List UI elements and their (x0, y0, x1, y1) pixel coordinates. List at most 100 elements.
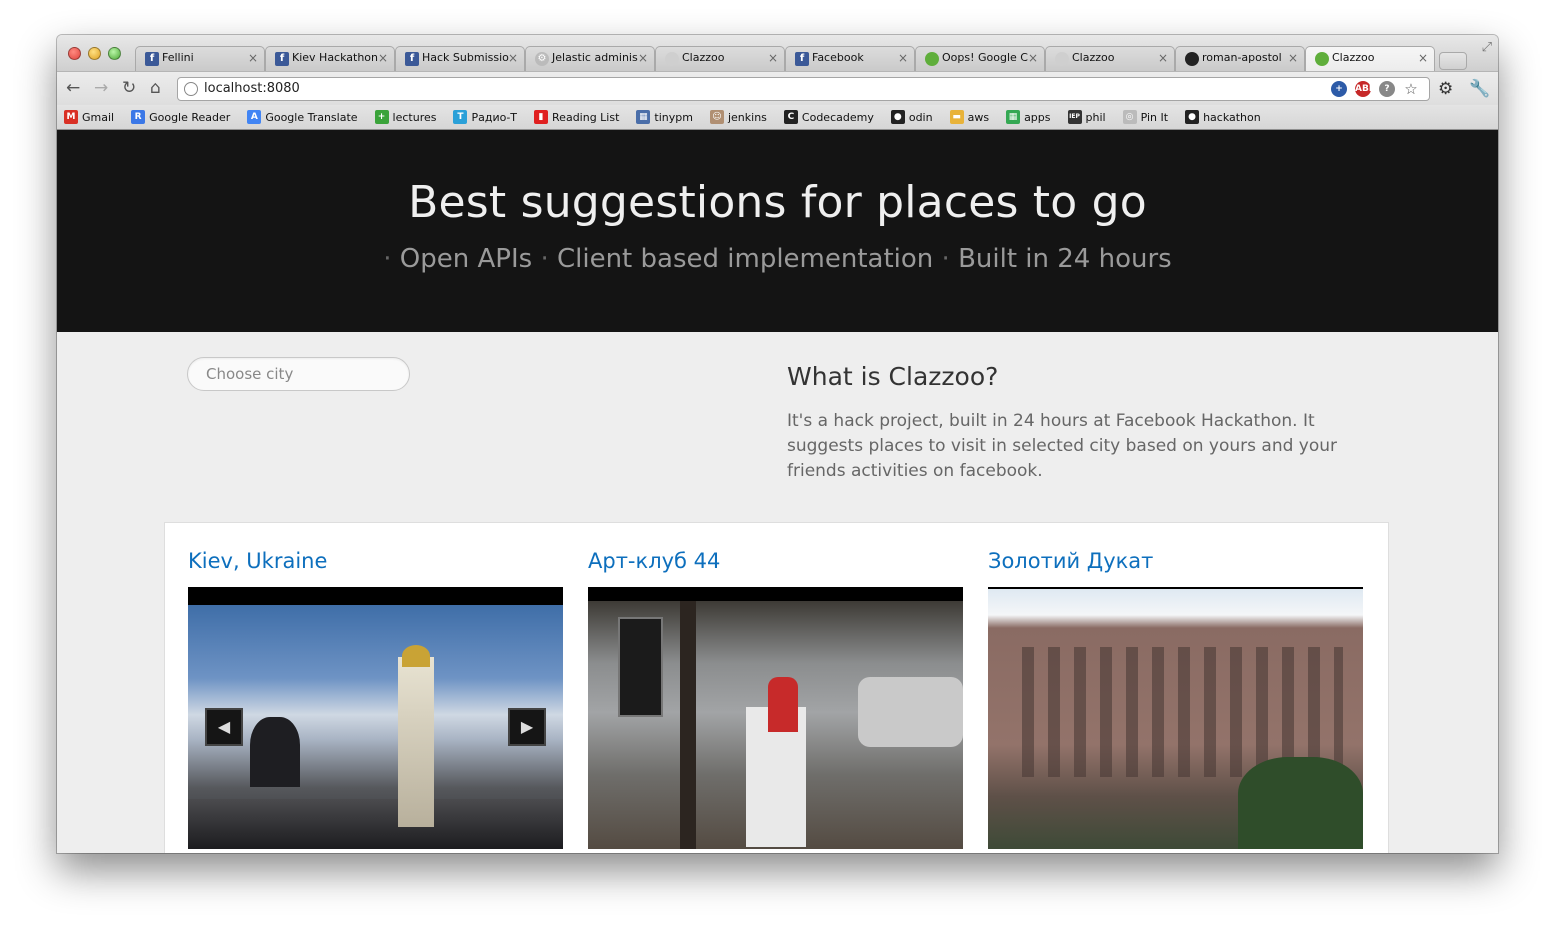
tab-title: Facebook (812, 51, 864, 64)
hero-title: Best suggestions for places to go (408, 177, 1147, 228)
tab-title: Clazzoo (682, 51, 725, 64)
bookmark-item[interactable]: A Google Translate (247, 110, 358, 124)
tab-title: roman-apostol (1202, 51, 1282, 64)
carousel-next-icon[interactable]: ▶ (508, 708, 546, 746)
hero-features: · Open APIs · Client based implementatio… (57, 244, 1498, 274)
tab-list: f Fellini × f Kiev Hackathon × f Hack Su… (135, 46, 1467, 71)
close-tab-icon[interactable]: × (248, 51, 258, 65)
bookmark-item[interactable]: ▬ aws (949, 110, 990, 124)
close-tab-icon[interactable]: × (1028, 51, 1038, 65)
bookmark-item[interactable]: R Google Reader (131, 110, 230, 124)
close-tab-icon[interactable]: × (898, 51, 908, 65)
place-photo[interactable] (588, 587, 963, 849)
bookmark-label: lectures (392, 110, 437, 124)
tab-clazzoo[interactable]: Clazzoo × (655, 46, 785, 71)
back-icon[interactable]: ← (66, 78, 80, 98)
translate-icon: A (247, 110, 262, 124)
bookmark-item[interactable]: ◎ Pin It (1122, 110, 1168, 124)
tab-clazzoo-active[interactable]: Clazzoo × (1305, 46, 1435, 71)
pin-icon: ◎ (1122, 110, 1137, 124)
browser-toolbar: ← → ↻ ⌂ localhost:8080 + ABP ? ☆ ⚙ 🔧 (57, 71, 1498, 105)
place-photo[interactable] (988, 587, 1363, 849)
close-tab-icon[interactable]: × (378, 51, 388, 65)
close-window-button[interactable] (68, 47, 81, 60)
bookmark-label: odin (908, 110, 933, 124)
tab-kiev-hackathon[interactable]: f Kiev Hackathon × (265, 46, 395, 71)
photo-poster (618, 617, 663, 717)
iep-icon: IEP (1067, 110, 1082, 124)
radio-icon: T (453, 110, 468, 124)
close-tab-icon[interactable]: × (1418, 51, 1428, 65)
lectures-icon: + (374, 110, 389, 124)
bulb-icon[interactable]: ? (1379, 81, 1395, 97)
adblock-icon[interactable]: ABP (1355, 81, 1375, 97)
jenkins-icon: ☺ (709, 110, 724, 124)
reader-icon: R (131, 110, 146, 124)
photo-person (768, 677, 798, 732)
bookmark-label: Codecademy (801, 110, 874, 124)
bookmark-item[interactable]: M Gmail (64, 110, 114, 124)
tab-facebook[interactable]: f Facebook × (785, 46, 915, 71)
facebook-icon: f (275, 52, 289, 66)
tab-oops-google[interactable]: Oops! Google C × (915, 46, 1045, 71)
place-card: Kiev, Ukraine ◀ ▶ (188, 523, 563, 849)
wrench-icon[interactable]: 🔧 (1469, 79, 1490, 99)
close-tab-icon[interactable]: × (508, 51, 518, 65)
gmail-icon: M (64, 110, 78, 124)
globe-icon (184, 82, 198, 96)
photo-tree (680, 601, 696, 849)
bookmark-item[interactable]: C Codecademy (783, 110, 874, 124)
tab-hack-submission[interactable]: f Hack Submissio × (395, 46, 525, 71)
minimize-window-button[interactable] (88, 47, 101, 60)
bookmark-item[interactable]: + lectures (374, 110, 437, 124)
photo-tower (398, 657, 434, 827)
address-bar[interactable]: localhost:8080 + ABP ? ☆ (177, 77, 1430, 101)
star-icon[interactable]: ☆ (1403, 81, 1419, 97)
extension-icon[interactable]: + (1331, 81, 1347, 97)
bookmark-item[interactable]: ☺ jenkins (709, 110, 767, 124)
place-title-link[interactable]: Арт-клуб 44 (588, 549, 963, 573)
bookmark-item[interactable]: IEP phil (1067, 110, 1106, 124)
close-tab-icon[interactable]: × (1288, 51, 1298, 65)
settings-gear-icon[interactable]: ⚙ (1438, 79, 1453, 99)
zoom-window-button[interactable] (108, 47, 121, 60)
place-title-link[interactable]: Kiev, Ukraine (188, 549, 563, 573)
reload-icon[interactable]: ↻ (122, 78, 136, 98)
bookmark-item[interactable]: ● odin (890, 110, 933, 124)
tab-jelastic[interactable]: ⚙ Jelastic adminis × (525, 46, 655, 71)
bookmark-label: phil (1085, 110, 1106, 124)
bookmark-item[interactable]: ▦ tinypm (636, 110, 693, 124)
tab-clazzoo[interactable]: Clazzoo × (1045, 46, 1175, 71)
fullscreen-icon[interactable]: ⤢ (1482, 40, 1492, 55)
home-icon[interactable]: ⌂ (150, 78, 161, 98)
separator: · (941, 244, 959, 274)
tab-title: Kiev Hackathon (292, 51, 379, 64)
bookmarks-bar: M Gmail R Google Reader A Google Translate + le… (57, 105, 1498, 130)
tab-fellini[interactable]: f Fellini × (135, 46, 265, 71)
bookmark-label: hackathon (1203, 110, 1261, 124)
bookmark-label: Google Reader (149, 110, 231, 124)
page-viewport: Best suggestions for places to go · Open… (57, 130, 1498, 853)
city-search-input[interactable]: Choose city (187, 357, 410, 391)
bookmark-item[interactable]: ● hackathon (1185, 110, 1261, 124)
close-tab-icon[interactable]: × (768, 51, 778, 65)
bookmark-item[interactable]: ▦ apps (1006, 110, 1051, 124)
bookmark-label: aws (967, 110, 990, 124)
tab-roman-apostol[interactable]: roman-apostol × (1175, 46, 1305, 71)
carousel-prev-icon[interactable]: ◀ (205, 708, 243, 746)
close-tab-icon[interactable]: × (638, 51, 648, 65)
bookmark-label: Google Translate (265, 110, 358, 124)
forward-icon[interactable]: → (94, 78, 108, 98)
close-tab-icon[interactable]: × (1158, 51, 1168, 65)
bookmark-item[interactable]: ▮ Reading List (534, 110, 619, 124)
bookmark-icon: ▮ (534, 110, 549, 124)
tab-strip: f Fellini × f Kiev Hackathon × f Hack Su… (57, 35, 1498, 71)
facebook-icon: f (145, 52, 159, 66)
photo-trees (1238, 757, 1363, 849)
place-title-link[interactable]: Золотий Дукат (988, 549, 1363, 573)
separator: · (540, 244, 557, 274)
about-text: It's a hack project, built in 24 hours a… (787, 411, 1338, 481)
new-tab-button[interactable] (1439, 52, 1467, 70)
city-search-placeholder: Choose city (206, 365, 294, 383)
bookmark-item[interactable]: T Радио-Т (453, 110, 517, 124)
